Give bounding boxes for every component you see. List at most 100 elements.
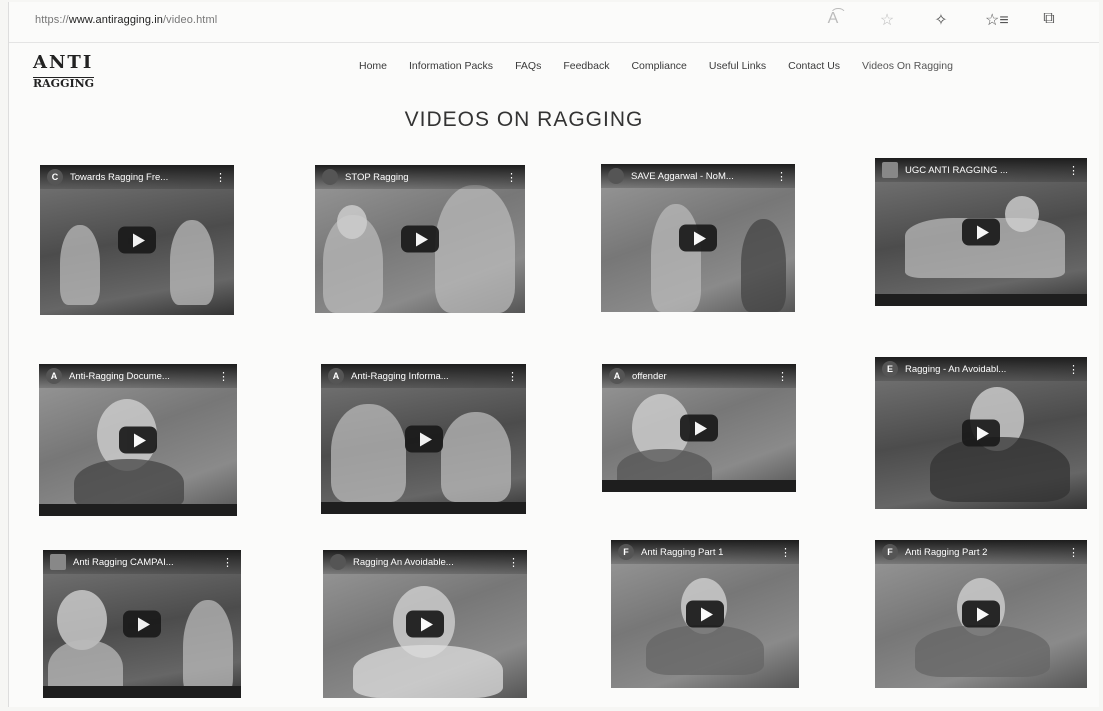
video-thumbnail[interactable]: Ragging An Avoidable... ⋮ bbox=[323, 550, 527, 698]
nav-faqs[interactable]: FAQs bbox=[515, 60, 541, 72]
url-path: /video.html bbox=[162, 14, 218, 26]
play-button-icon[interactable] bbox=[679, 224, 717, 252]
channel-avatar[interactable]: A bbox=[328, 368, 344, 384]
video-title-bar: A offender ⋮ bbox=[602, 364, 796, 388]
url-field[interactable]: https://www.antiragging.in/video.html bbox=[35, 14, 217, 26]
play-button-icon[interactable] bbox=[686, 600, 724, 628]
more-options-icon[interactable]: ⋮ bbox=[218, 370, 229, 383]
channel-avatar[interactable]: F bbox=[882, 544, 898, 560]
more-options-icon[interactable]: ⋮ bbox=[215, 171, 226, 184]
favorite-star-icon[interactable]: ☆ bbox=[877, 10, 897, 30]
play-button-icon[interactable] bbox=[404, 425, 443, 453]
video-thumbnail[interactable]: E Ragging - An Avoidabl... ⋮ bbox=[875, 357, 1087, 509]
video-title-bar: F Anti Ragging Part 2 ⋮ bbox=[875, 540, 1087, 564]
nav-information-packs[interactable]: Information Packs bbox=[409, 60, 493, 72]
play-button-icon[interactable] bbox=[401, 225, 439, 253]
more-options-icon[interactable]: ⋮ bbox=[1068, 164, 1079, 177]
video-thumbnail[interactable]: C Towards Ragging Fre... ⋮ bbox=[40, 165, 234, 315]
page-title: VIDEOS ON RAGGING bbox=[404, 108, 644, 131]
video-title[interactable]: Ragging An Avoidable... bbox=[353, 557, 500, 568]
video-figure bbox=[741, 219, 786, 312]
video-bottom-bar bbox=[875, 294, 1087, 306]
nav-videos-on-ragging[interactable]: Videos On Ragging bbox=[862, 60, 953, 72]
main-nav: Home Information Packs FAQs Feedback Com… bbox=[359, 60, 975, 72]
video-title[interactable]: Anti Ragging CAMPAI... bbox=[73, 557, 214, 568]
url-prefix: https:// bbox=[35, 14, 69, 26]
nav-contact-us[interactable]: Contact Us bbox=[788, 60, 840, 72]
video-title-bar: SAVE Aggarwal - NoM... ⋮ bbox=[601, 164, 795, 188]
video-bottom-bar bbox=[43, 686, 241, 698]
video-title[interactable]: STOP Ragging bbox=[345, 172, 498, 183]
video-title[interactable]: SAVE Aggarwal - NoM... bbox=[631, 171, 768, 182]
video-thumbnail[interactable]: A Anti-Ragging Docume... ⋮ bbox=[39, 364, 237, 516]
more-options-icon[interactable]: ⋮ bbox=[777, 370, 788, 383]
more-options-icon[interactable]: ⋮ bbox=[780, 546, 791, 559]
channel-avatar[interactable]: E bbox=[882, 361, 898, 377]
read-aloud-icon[interactable]: A͡ bbox=[823, 10, 843, 30]
channel-avatar[interactable]: A bbox=[609, 368, 625, 384]
channel-avatar[interactable]: F bbox=[618, 544, 634, 560]
video-title-bar: Anti Ragging CAMPAI... ⋮ bbox=[43, 550, 241, 574]
video-title[interactable]: Ragging - An Avoidabl... bbox=[905, 364, 1060, 375]
video-title[interactable]: UGC ANTI RAGGING ... bbox=[905, 165, 1060, 176]
video-title-bar: A Anti-Ragging Docume... ⋮ bbox=[39, 364, 237, 388]
play-button-icon[interactable] bbox=[406, 610, 444, 638]
video-thumbnail[interactable]: STOP Ragging ⋮ bbox=[315, 165, 525, 313]
nav-compliance[interactable]: Compliance bbox=[631, 60, 686, 72]
channel-avatar[interactable] bbox=[50, 554, 66, 570]
video-thumbnail[interactable]: A Anti-Ragging Informa... ⋮ bbox=[321, 364, 526, 514]
play-button-icon[interactable] bbox=[962, 600, 1000, 628]
more-options-icon[interactable]: ⋮ bbox=[222, 556, 233, 569]
favorites-list-icon[interactable]: ☆≡ bbox=[985, 10, 1009, 30]
nav-home[interactable]: Home bbox=[359, 60, 387, 72]
more-options-icon[interactable]: ⋮ bbox=[1068, 363, 1079, 376]
video-title-bar: E Ragging - An Avoidabl... ⋮ bbox=[875, 357, 1087, 381]
video-thumbnail[interactable]: SAVE Aggarwal - NoM... ⋮ bbox=[601, 164, 795, 312]
logo-top-text: ANTI bbox=[33, 52, 94, 73]
video-title-bar: F Anti Ragging Part 1 ⋮ bbox=[611, 540, 799, 564]
collections-icon[interactable]: ⧉ bbox=[1039, 10, 1059, 30]
play-button-icon[interactable] bbox=[680, 414, 718, 442]
play-button-icon[interactable] bbox=[118, 226, 156, 254]
more-options-icon[interactable]: ⋮ bbox=[506, 171, 517, 184]
video-title[interactable]: Towards Ragging Fre... bbox=[70, 172, 207, 183]
channel-avatar[interactable]: A bbox=[46, 368, 62, 384]
video-figure bbox=[646, 625, 764, 675]
more-options-icon[interactable]: ⋮ bbox=[508, 556, 519, 569]
nav-useful-links[interactable]: Useful Links bbox=[709, 60, 766, 72]
video-thumbnail[interactable]: F Anti Ragging Part 2 ⋮ bbox=[875, 540, 1087, 688]
video-figure bbox=[651, 204, 701, 312]
channel-avatar[interactable] bbox=[882, 162, 898, 178]
more-options-icon[interactable]: ⋮ bbox=[1068, 546, 1079, 559]
video-title[interactable]: Anti-Ragging Docume... bbox=[69, 371, 210, 382]
video-figure-head bbox=[1005, 196, 1039, 232]
channel-avatar[interactable] bbox=[608, 168, 624, 184]
video-thumbnail[interactable]: Anti Ragging CAMPAI... ⋮ bbox=[43, 550, 241, 698]
channel-avatar[interactable]: C bbox=[47, 169, 63, 185]
video-title[interactable]: Anti-Ragging Informa... bbox=[351, 371, 499, 382]
site-logo[interactable]: ANTI RAGGING bbox=[33, 52, 95, 92]
extensions-icon[interactable]: ✧ bbox=[931, 10, 951, 30]
video-figure bbox=[930, 437, 1070, 502]
video-figure bbox=[435, 185, 515, 313]
more-options-icon[interactable]: ⋮ bbox=[507, 370, 518, 383]
play-button-icon[interactable] bbox=[123, 610, 161, 638]
video-title[interactable]: Anti Ragging Part 2 bbox=[905, 547, 1060, 558]
nav-feedback[interactable]: Feedback bbox=[563, 60, 609, 72]
video-title[interactable]: Anti Ragging Part 1 bbox=[641, 547, 772, 558]
video-title-bar: STOP Ragging ⋮ bbox=[315, 165, 525, 189]
more-options-icon[interactable]: ⋮ bbox=[776, 170, 787, 183]
channel-avatar[interactable] bbox=[322, 169, 338, 185]
play-button-icon[interactable] bbox=[962, 218, 1000, 246]
video-thumbnail[interactable]: A offender ⋮ bbox=[602, 364, 796, 492]
play-button-icon[interactable] bbox=[962, 419, 1000, 447]
channel-avatar[interactable] bbox=[330, 554, 346, 570]
video-thumbnail[interactable]: UGC ANTI RAGGING ... ⋮ bbox=[875, 158, 1087, 306]
video-bottom-bar bbox=[602, 480, 796, 492]
video-figure bbox=[60, 225, 100, 305]
video-figure bbox=[441, 412, 511, 502]
video-title[interactable]: offender bbox=[632, 371, 769, 382]
play-button-icon[interactable] bbox=[119, 426, 157, 454]
browser-address-bar: https://www.antiragging.in/video.html A͡… bbox=[9, 2, 1099, 43]
video-thumbnail[interactable]: F Anti Ragging Part 1 ⋮ bbox=[611, 540, 799, 688]
